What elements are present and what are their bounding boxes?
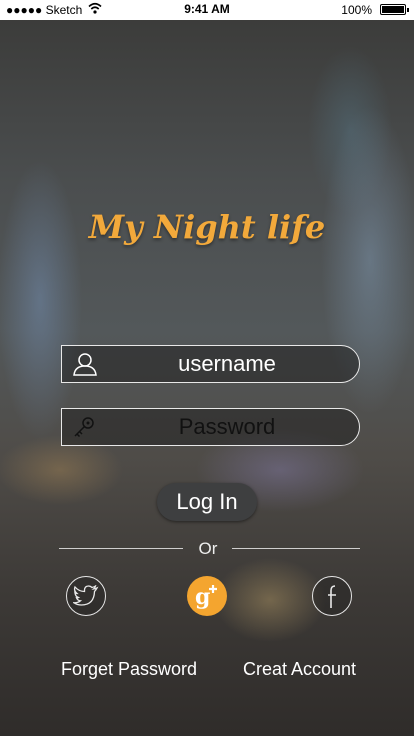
password-field[interactable] <box>61 408 360 446</box>
google-plus-login-button[interactable]: g <box>187 576 227 616</box>
battery-percent: 100% <box>341 3 372 17</box>
divider-left <box>59 548 183 549</box>
username-field[interactable] <box>61 345 360 383</box>
user-icon <box>62 346 107 382</box>
or-label: Or <box>198 539 218 558</box>
password-input[interactable] <box>107 409 347 445</box>
google-plus-icon: g <box>195 584 217 610</box>
key-icon <box>62 409 107 445</box>
login-screen: ●●●●● Sketch 9:41 AM 100% My Night life <box>0 0 414 736</box>
battery-icon <box>380 4 409 15</box>
svg-text:g: g <box>195 584 210 610</box>
status-bar: ●●●●● Sketch 9:41 AM 100% <box>0 0 414 20</box>
create-account-link[interactable]: Creat Account <box>243 659 356 680</box>
twitter-login-button[interactable] <box>66 576 106 616</box>
username-input[interactable] <box>107 346 347 382</box>
divider-right <box>232 548 360 549</box>
forgot-password-link[interactable]: Forget Password <box>61 659 197 680</box>
app-title: My Night life <box>88 208 326 246</box>
facebook-login-button[interactable] <box>312 576 352 616</box>
login-button[interactable]: Log In <box>157 483 257 521</box>
facebook-icon <box>328 585 336 608</box>
twitter-icon <box>73 585 99 606</box>
